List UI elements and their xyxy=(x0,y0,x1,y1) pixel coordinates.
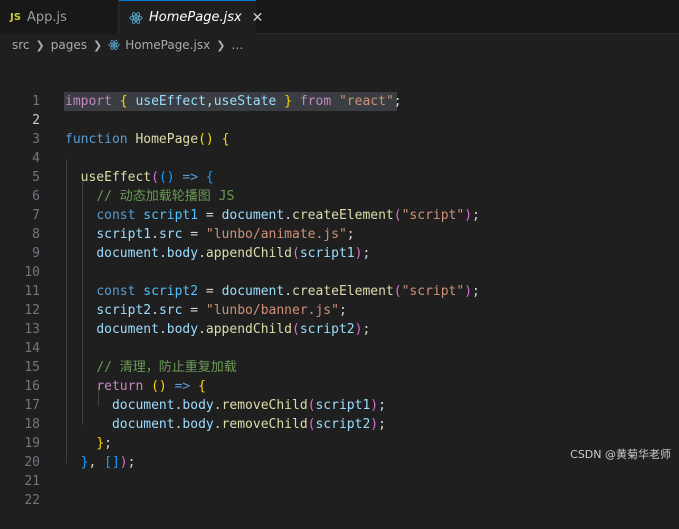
identifier-token: document xyxy=(221,208,285,223)
identifier-token: script1 xyxy=(143,208,199,223)
code-line: 4 function HomePage() { xyxy=(0,130,679,166)
identifier-token: document xyxy=(96,246,159,261)
breadcrumb-item-src[interactable]: src xyxy=(12,38,30,52)
code-line: 19 document.body.removeChild(script2); xyxy=(0,415,679,451)
function-token: appendChild xyxy=(205,322,292,337)
keyword-token: function xyxy=(65,132,128,147)
keyword-token: return xyxy=(96,379,144,394)
keyword-token: const xyxy=(96,284,136,299)
code-line: 9 script1.src = "lunbo/animate.js"; xyxy=(0,225,679,261)
code-line: 14 document.body.appendChild(script2); xyxy=(0,320,679,356)
identifier-token: script1 xyxy=(315,398,371,413)
comment-token: // 动态加载轮播图 JS xyxy=(96,189,235,204)
code-line: 11 xyxy=(0,263,679,299)
code-line: 13 script2.src = "lunbo/banner.js"; xyxy=(0,301,679,337)
breadcrumb-item-file[interactable]: HomePage.jsx xyxy=(125,38,210,52)
identifier-token: body xyxy=(182,398,214,413)
line-number: 22 xyxy=(24,493,40,508)
identifier-token: body xyxy=(166,246,199,261)
identifier-token: document xyxy=(111,417,175,432)
breadcrumb: src ❯ pages ❯ HomePage.jsx ❯ … xyxy=(0,34,679,56)
identifier-token: useEffect xyxy=(135,94,206,109)
keyword-token: from xyxy=(299,94,332,109)
tab-bar: JS App.js HomePage.jsx ✕ xyxy=(0,0,679,34)
identifier-token: script2 xyxy=(299,322,355,337)
keyword-token: const xyxy=(96,208,136,223)
code-line: 18 document.body.removeChild(script1); xyxy=(0,396,679,432)
string-token: "script" xyxy=(401,284,465,299)
tab-app-js[interactable]: JS App.js xyxy=(0,0,119,34)
chevron-right-icon: ❯ xyxy=(92,38,103,52)
identifier-token: src xyxy=(158,227,183,242)
string-token: "react" xyxy=(338,94,394,109)
string-token: "lunbo/animate.js" xyxy=(205,227,347,242)
comment-token: // 清理，防止重复加载 xyxy=(96,360,237,375)
code-line: 3 xyxy=(0,111,679,147)
function-token: removeChild xyxy=(221,398,308,413)
identifier-token: document xyxy=(111,398,175,413)
code-line: 16 // 清理，防止重复加载 xyxy=(0,358,679,394)
breadcrumb-item-pages[interactable]: pages xyxy=(51,38,87,52)
tab-homepage-jsx[interactable]: HomePage.jsx ✕ xyxy=(119,0,263,34)
code-line: 12 const script2 = document.createElemen… xyxy=(0,282,679,318)
chevron-right-icon: ❯ xyxy=(216,38,226,52)
code-line: 22 xyxy=(0,472,679,508)
function-token: useEffect xyxy=(80,170,152,185)
code-line: 7 // 动态加载轮播图 JS xyxy=(0,187,679,223)
string-token: "lunbo/banner.js" xyxy=(205,303,339,318)
identifier-token: document xyxy=(96,322,159,337)
watermark: CSDN @黄菊华老师 xyxy=(570,448,671,461)
code-line: 1 xyxy=(0,73,679,109)
string-token: "script" xyxy=(401,208,465,223)
chevron-right-icon: ❯ xyxy=(35,38,45,52)
function-token: createElement xyxy=(292,284,394,299)
identifier-token: script2 xyxy=(315,417,371,432)
code-line: 10 document.body.appendChild(script1); xyxy=(0,244,679,280)
javascript-file-icon: JS xyxy=(10,11,21,23)
keyword-token: import xyxy=(65,94,112,109)
code-line: 5 xyxy=(0,149,679,185)
identifier-token: body xyxy=(182,417,214,432)
code-line: 17 return () => { xyxy=(0,377,679,413)
function-token: appendChild xyxy=(205,246,292,261)
function-token: HomePage xyxy=(135,132,199,147)
code-editor[interactable]: 1 2 import { useEffect,useState } from "… xyxy=(0,64,679,508)
identifier-token: useState xyxy=(213,94,277,109)
function-token: createElement xyxy=(292,208,394,223)
code-line: 6 useEffect(() => { xyxy=(0,168,679,204)
function-token: removeChild xyxy=(221,417,308,432)
identifier-token: body xyxy=(166,322,199,337)
breadcrumb-item-symbol[interactable]: … xyxy=(231,38,243,52)
identifier-token: script1 xyxy=(299,246,355,261)
identifier-token: script2 xyxy=(96,303,152,318)
identifier-token: script1 xyxy=(96,227,152,242)
tab-bar-empty-area xyxy=(256,0,679,34)
identifier-token: document xyxy=(221,284,285,299)
identifier-token: script2 xyxy=(143,284,199,299)
identifier-token: src xyxy=(158,303,183,318)
code-line: 15 xyxy=(0,339,679,375)
react-icon xyxy=(108,39,120,51)
code-line: 2 import { useEffect,useState } from "re… xyxy=(0,92,679,128)
react-icon xyxy=(129,11,143,25)
tab-label: HomePage.jsx xyxy=(149,10,242,25)
tab-label: App.js xyxy=(26,9,67,25)
code-line: 8 const script1 = document.createElement… xyxy=(0,206,679,242)
